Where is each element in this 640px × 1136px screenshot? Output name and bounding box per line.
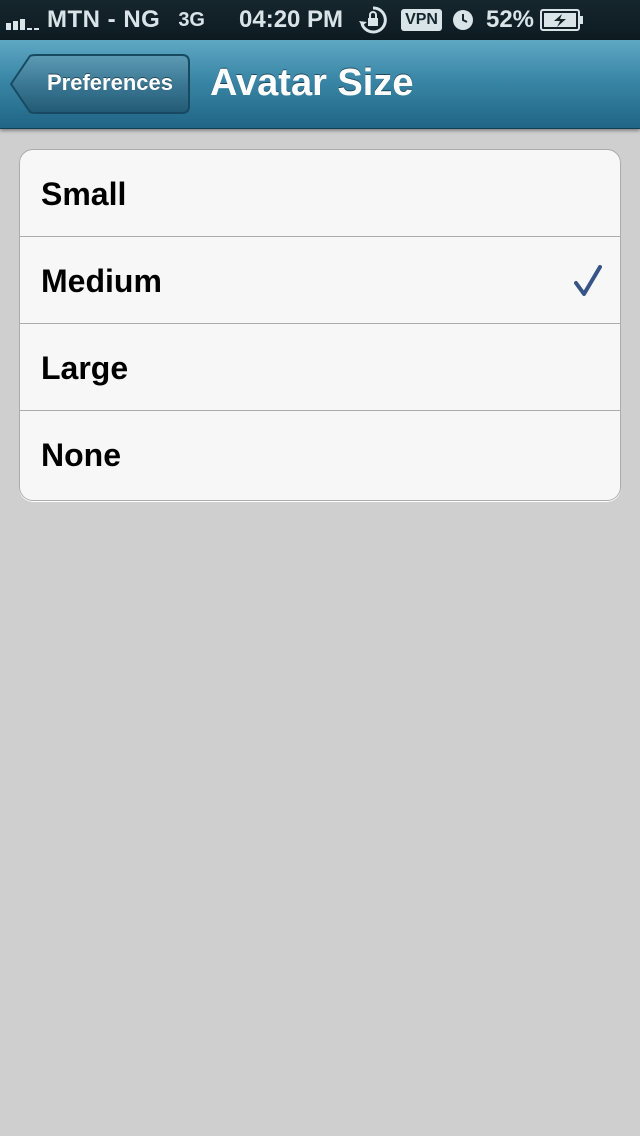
back-button-label: Preferences [47,70,173,95]
checkmark-icon [574,265,602,296]
option-label: Medium [41,263,162,299]
option-large[interactable]: Large [20,324,620,411]
option-small[interactable]: Small [20,150,620,237]
page-title: Avatar Size [210,62,414,104]
rotation-lock-icon [359,6,387,34]
carrier-name: MTN - NG [47,6,161,33]
option-label: Large [41,350,129,386]
avatar-size-options: Small Medium Large None [19,149,621,501]
vpn-icon: VPN [401,9,442,31]
option-none[interactable]: None [20,411,620,500]
status-time: 04:20 PM [239,6,344,33]
alarm-clock-icon [452,10,473,30]
navigation-bar: Preferences Avatar Size [0,40,640,129]
battery-charging-icon [540,9,584,31]
option-medium[interactable]: Medium [20,237,620,324]
option-label: None [41,437,121,473]
network-type: 3G [178,8,205,31]
status-bar: MTN - NG 3G 04:20 PM VPN 52% [0,0,640,40]
back-button[interactable]: Preferences [10,54,190,114]
signal-icon [6,10,39,30]
battery-percentage: 52% [485,6,535,33]
option-label: Small [41,176,127,212]
